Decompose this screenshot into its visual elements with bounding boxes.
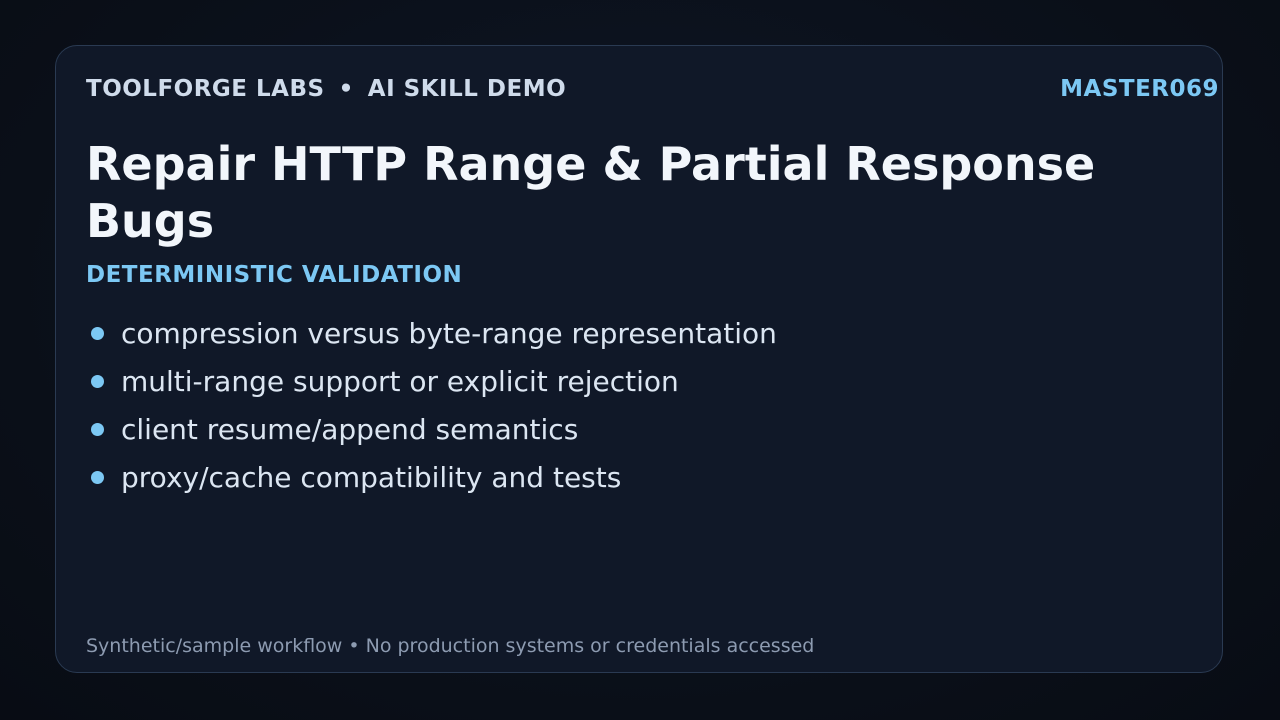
header-brand-line: TOOLFORGE LABS • AI SKILL DEMO <box>86 76 566 102</box>
bullet-dot-icon <box>91 327 104 340</box>
bullet-list: compression versus byte-range representa… <box>86 312 777 504</box>
list-item: compression versus byte-range representa… <box>86 312 777 360</box>
bullet-dot-icon <box>91 375 104 388</box>
section-label: AI SKILL DEMO <box>367 76 567 102</box>
list-item: client resume/append semantics <box>86 408 777 456</box>
list-item: proxy/cache compatibility and tests <box>86 456 777 504</box>
header-separator: • <box>338 76 354 102</box>
page-title: Repair HTTP Range & Partial Response Bug… <box>86 137 1096 248</box>
list-item-text: multi-range support or explicit rejectio… <box>121 365 679 398</box>
bullet-dot-icon <box>91 423 104 436</box>
demo-code: MASTER069 <box>1060 76 1219 102</box>
brand-name: TOOLFORGE LABS <box>86 76 325 102</box>
list-item-text: client resume/append semantics <box>121 413 579 446</box>
slide-page: TOOLFORGE LABS • AI SKILL DEMO MASTER069 R… <box>0 0 1280 720</box>
list-item: multi-range support or explicit rejectio… <box>86 360 777 408</box>
page-subtitle: DETERMINISTIC VALIDATION <box>86 262 463 288</box>
bullet-dot-icon <box>91 471 104 484</box>
content-card: TOOLFORGE LABS • AI SKILL DEMO MASTER069 R… <box>55 45 1223 673</box>
footer-disclaimer: Synthetic/sample workflow • No productio… <box>86 635 815 657</box>
list-item-text: proxy/cache compatibility and tests <box>121 461 622 494</box>
list-item-text: compression versus byte-range representa… <box>121 317 777 350</box>
